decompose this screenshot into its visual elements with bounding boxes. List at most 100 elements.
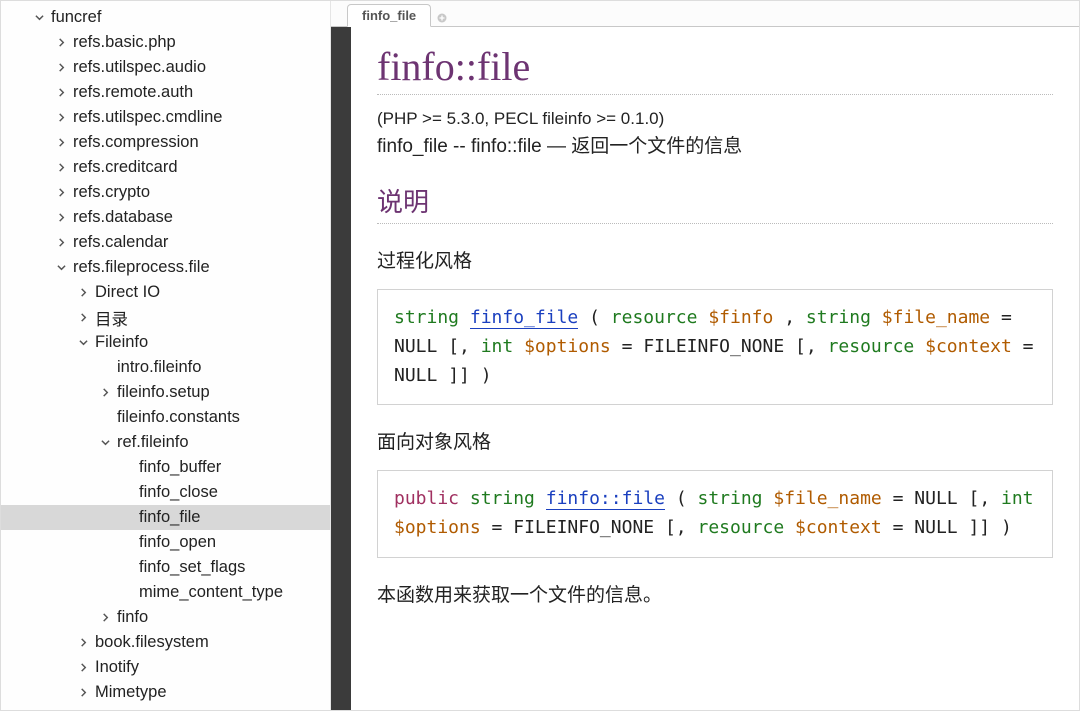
- tree-item-fileinfo-constants[interactable]: fileinfo.constants: [1, 405, 330, 430]
- tree-item-label: Mimetype: [95, 683, 167, 702]
- body-row: finfo::file (PHP >= 5.3.0, PECL fileinfo…: [331, 27, 1079, 710]
- tree-item--[interactable]: 目录: [1, 305, 330, 330]
- tree-item-label: fileinfo.setup: [117, 383, 210, 402]
- tree-item-finfo-set-flags[interactable]: finfo_set_flags: [1, 555, 330, 580]
- tree-item-intro-fileinfo[interactable]: intro.fileinfo: [1, 355, 330, 380]
- sidebar[interactable]: funcref refs.basic.php refs.utilspec.audio…: [1, 1, 331, 710]
- chevron-right-icon[interactable]: [99, 612, 111, 624]
- chevron-right-icon[interactable]: [77, 637, 89, 649]
- tree-item-refs-creditcard[interactable]: refs.creditcard: [1, 155, 330, 180]
- param-var: $file_name: [882, 307, 990, 328]
- function-name[interactable]: finfo_file: [470, 307, 578, 329]
- param-type: resource: [828, 336, 915, 357]
- description-paragraph: 本函数用来获取一个文件的信息。: [377, 580, 1053, 607]
- chevron-right-icon[interactable]: [77, 662, 89, 674]
- tree-item-refs-fileprocess-file[interactable]: refs.fileprocess.file: [1, 255, 330, 280]
- param-type: resource: [697, 517, 784, 538]
- chevron-down-icon[interactable]: [77, 337, 89, 349]
- version-line: (PHP >= 5.3.0, PECL fileinfo >= 0.1.0): [377, 109, 1053, 129]
- tree-item-refs-basic-php[interactable]: refs.basic.php: [1, 30, 330, 55]
- procedural-signature: string finfo_file ( resource $finfo , st…: [377, 289, 1053, 405]
- param-var: $file_name: [773, 488, 881, 509]
- tab-finfo-file[interactable]: finfo_file: [347, 4, 431, 27]
- tree-item-refs-remote-auth[interactable]: refs.remote.auth: [1, 80, 330, 105]
- tree-item-refs-database[interactable]: refs.database: [1, 205, 330, 230]
- tree-item-direct-io[interactable]: Direct IO: [1, 280, 330, 305]
- tree-item-label: mime_content_type: [139, 583, 283, 602]
- synopsis-line: finfo_file -- finfo::file — 返回一个文件的信息: [377, 131, 1053, 158]
- chevron-right-icon[interactable]: [55, 87, 67, 99]
- tree-item-refs-utilspec-cmdline[interactable]: refs.utilspec.cmdline: [1, 105, 330, 130]
- tree-item-finfo-close[interactable]: finfo_close: [1, 480, 330, 505]
- return-type: string: [470, 488, 535, 509]
- tree-item-label: Direct IO: [95, 283, 160, 302]
- chevron-right-icon[interactable]: [55, 237, 67, 249]
- chevron-down-icon[interactable]: [33, 12, 45, 24]
- tree-item-refs-compression[interactable]: refs.compression: [1, 130, 330, 155]
- page-title: finfo::file: [377, 43, 1053, 95]
- tree-item-mimetype[interactable]: Mimetype: [1, 680, 330, 705]
- tree-item-label: finfo_open: [139, 533, 216, 552]
- tree-item-label: refs.utilspec.audio: [73, 58, 206, 77]
- tree-item-fileinfo-setup[interactable]: fileinfo.setup: [1, 380, 330, 405]
- oop-signature: public string finfo::file ( string $file…: [377, 470, 1053, 558]
- oop-style-heading: 面向对象风格: [377, 427, 1053, 454]
- tree-item-finfo[interactable]: finfo: [1, 605, 330, 630]
- tree-item-label: 目录: [95, 306, 128, 330]
- param-var: $context: [795, 517, 882, 538]
- param-default: NULL: [914, 517, 957, 538]
- param-type: string: [806, 307, 871, 328]
- chevron-right-icon[interactable]: [55, 212, 67, 224]
- chevron-right-icon[interactable]: [77, 287, 89, 299]
- param-default: NULL: [394, 336, 437, 357]
- chevron-right-icon[interactable]: [55, 162, 67, 174]
- nav-tree: funcref refs.basic.php refs.utilspec.audio…: [1, 5, 330, 705]
- tree-item-ref-fileinfo[interactable]: ref.fileinfo: [1, 430, 330, 455]
- tree-item-finfo-open[interactable]: finfo_open: [1, 530, 330, 555]
- chevron-right-icon[interactable]: [55, 112, 67, 124]
- tree-item-finfo-file[interactable]: finfo_file: [1, 505, 330, 530]
- tree-item-mime-content-type[interactable]: mime_content_type: [1, 580, 330, 605]
- tree-item-label: Fileinfo: [95, 333, 148, 352]
- param-type: int: [481, 336, 514, 357]
- tree-item-label: refs.calendar: [73, 233, 168, 252]
- tree-item-refs-crypto[interactable]: refs.crypto: [1, 180, 330, 205]
- visibility: public: [394, 488, 459, 509]
- chevron-right-icon[interactable]: [77, 687, 89, 699]
- tree-item-label: refs.utilspec.cmdline: [73, 108, 222, 127]
- section-description-heading: 说明: [377, 182, 1053, 224]
- method-name[interactable]: finfo::file: [546, 488, 665, 510]
- tree-item-book-filesystem[interactable]: book.filesystem: [1, 630, 330, 655]
- tree-item-label: finfo_file: [139, 508, 200, 527]
- tree-item-label: funcref: [51, 8, 101, 27]
- tree-item-funcref[interactable]: funcref: [1, 5, 330, 30]
- return-type: string: [394, 307, 459, 328]
- tab-label: finfo_file: [362, 8, 416, 23]
- param-type: int: [1001, 488, 1034, 509]
- tree-item-label: refs.remote.auth: [73, 83, 193, 102]
- tree-item-finfo-buffer[interactable]: finfo_buffer: [1, 455, 330, 480]
- tree-item-refs-utilspec-audio[interactable]: refs.utilspec.audio: [1, 55, 330, 80]
- document-view[interactable]: finfo::file (PHP >= 5.3.0, PECL fileinfo…: [351, 27, 1079, 710]
- tree-item-label: refs.basic.php: [73, 33, 176, 52]
- tree-item-fileinfo[interactable]: Fileinfo: [1, 330, 330, 355]
- tree-item-label: finfo_close: [139, 483, 218, 502]
- chevron-down-icon[interactable]: [55, 262, 67, 274]
- app-root: funcref refs.basic.php refs.utilspec.audio…: [0, 0, 1080, 711]
- chevron-right-icon[interactable]: [55, 37, 67, 49]
- chevron-right-icon[interactable]: [55, 62, 67, 74]
- tree-item-refs-calendar[interactable]: refs.calendar: [1, 230, 330, 255]
- tree-item-label: refs.fileprocess.file: [73, 258, 210, 277]
- chevron-right-icon[interactable]: [55, 187, 67, 199]
- tree-item-label: intro.fileinfo: [117, 358, 201, 377]
- tree-item-label: refs.database: [73, 208, 173, 227]
- param-default: NULL: [914, 488, 957, 509]
- add-tab-icon[interactable]: [437, 10, 447, 26]
- param-default: FILEINFO_NONE: [513, 517, 654, 538]
- chevron-down-icon[interactable]: [99, 437, 111, 449]
- chevron-right-icon[interactable]: [77, 312, 89, 324]
- param-var: $options: [394, 517, 481, 538]
- tree-item-inotify[interactable]: Inotify: [1, 655, 330, 680]
- chevron-right-icon[interactable]: [55, 137, 67, 149]
- chevron-right-icon[interactable]: [99, 387, 111, 399]
